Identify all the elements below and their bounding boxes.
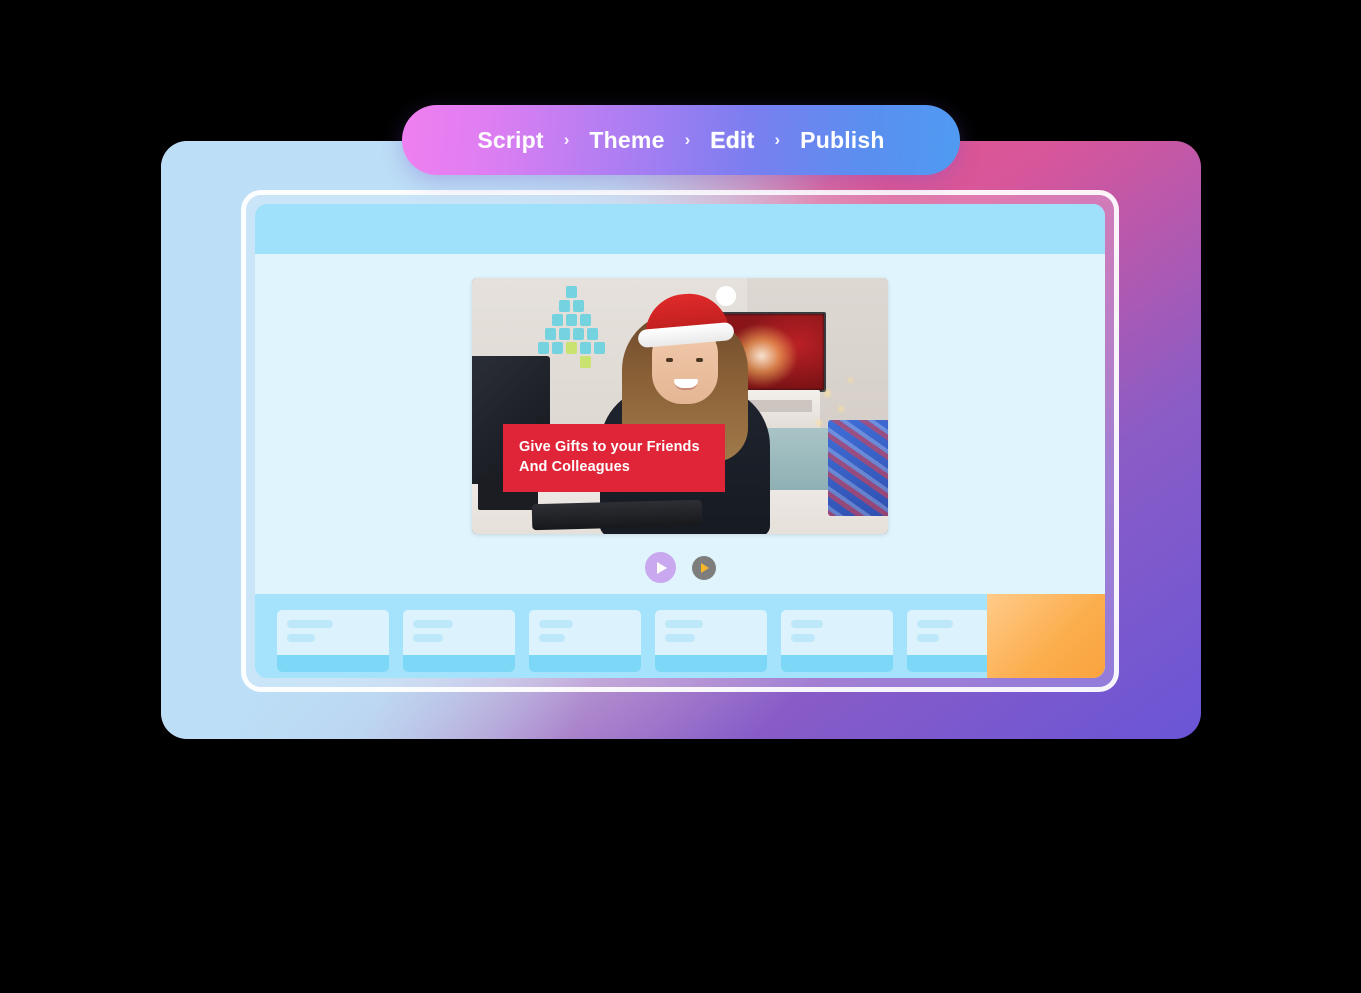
scene-gift-box [828,420,888,516]
breadcrumb-step-publish[interactable]: Publish [800,127,884,154]
app-header-bar [255,204,1105,254]
clip-subtitle-placeholder [539,634,565,642]
scene-light-1 [824,390,831,397]
caption-line-2: And Colleagues [519,458,630,475]
app-window-inner: Give Gifts to your Friends And Colleague… [255,204,1105,678]
timeline-clip[interactable] [529,610,641,672]
clip-subtitle-placeholder [917,634,939,642]
chevron-right-icon: › [684,130,691,149]
clip-footer [529,655,641,672]
clip-title-placeholder [539,620,573,628]
scene-light-4 [848,378,853,383]
clip-subtitle-placeholder [665,634,695,642]
playback-controls [644,552,716,583]
caption-line-1: Give Gifts to your Friends [519,439,700,456]
clip-title-placeholder [413,620,453,628]
play-icon [656,561,667,574]
scene-light-2 [838,406,844,412]
clip-subtitle-placeholder [413,634,443,642]
scene-keyboard [531,499,703,531]
timeline-clip[interactable] [277,610,389,672]
chevron-right-icon: › [563,130,570,149]
video-caption-overlay[interactable]: Give Gifts to your Friends And Colleague… [503,424,725,492]
clip-subtitle-placeholder [791,634,815,642]
editor-canvas: Give Gifts to your Friends And Colleague… [255,254,1105,594]
timeline-clip[interactable] [403,610,515,672]
scene-light-3 [816,420,822,426]
clip-title-placeholder [287,620,333,628]
app-window: Give Gifts to your Friends And Colleague… [241,190,1119,692]
clip-title-placeholder [917,620,953,628]
breadcrumb-step-theme[interactable]: Theme [589,127,664,154]
clip-title-placeholder [791,620,823,628]
clip-footer [781,655,893,672]
preview-scene [472,278,888,534]
scene-person-eye-right [696,358,703,362]
play-button-primary[interactable] [644,552,676,583]
play-icon [700,562,709,573]
video-preview[interactable]: Give Gifts to your Friends And Colleague… [472,278,888,534]
workflow-breadcrumb: Script › Theme › Edit › Publish [402,105,960,175]
timeline-track[interactable] [255,594,1105,678]
timeline-selection-overlay[interactable] [987,594,1105,678]
breadcrumb-step-edit[interactable]: Edit [710,127,754,154]
scene-santa-hat-pompom [716,286,736,306]
clip-footer [277,655,389,672]
clip-footer [655,655,767,672]
timeline-clip[interactable] [781,610,893,672]
scene-person-eye-left [666,358,673,362]
screenshot-stage: Give Gifts to your Friends And Colleague… [0,0,1361,993]
chevron-right-icon: › [774,130,781,149]
clip-subtitle-placeholder [287,634,315,642]
play-button-secondary[interactable] [691,555,716,580]
timeline-clip[interactable] [655,610,767,672]
clip-footer [403,655,515,672]
clip-title-placeholder [665,620,703,628]
breadcrumb-step-script[interactable]: Script [477,127,543,154]
